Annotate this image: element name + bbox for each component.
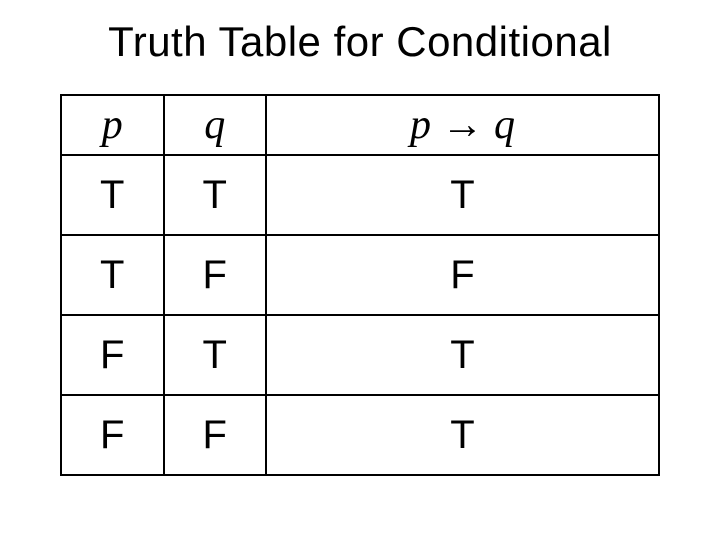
cell-q: F (164, 395, 267, 475)
cell-result: T (266, 395, 659, 475)
cell-q: T (164, 315, 267, 395)
cell-result: F (266, 235, 659, 315)
truth-table: p q p → q T T T T F F F T T F F (60, 94, 660, 476)
table-row: F F T (61, 395, 659, 475)
table-row: T T T (61, 155, 659, 235)
truth-table-container: p q p → q T T T T F F F T T F F (60, 94, 660, 476)
cell-p: F (61, 395, 164, 475)
table-header-row: p q p → q (61, 95, 659, 155)
cell-result: T (266, 155, 659, 235)
slide-title: Truth Table for Conditional (0, 18, 720, 66)
cell-result: T (266, 315, 659, 395)
cell-p: T (61, 155, 164, 235)
cell-p: T (61, 235, 164, 315)
column-header-p: p (61, 95, 164, 155)
cell-q: T (164, 155, 267, 235)
table-row: F T T (61, 315, 659, 395)
column-header-p-implies-q: p → q (266, 95, 659, 155)
slide: Truth Table for Conditional p q p → q T … (0, 0, 720, 540)
column-header-q: q (164, 95, 267, 155)
table-row: T F F (61, 235, 659, 315)
cell-p: F (61, 315, 164, 395)
cell-q: F (164, 235, 267, 315)
